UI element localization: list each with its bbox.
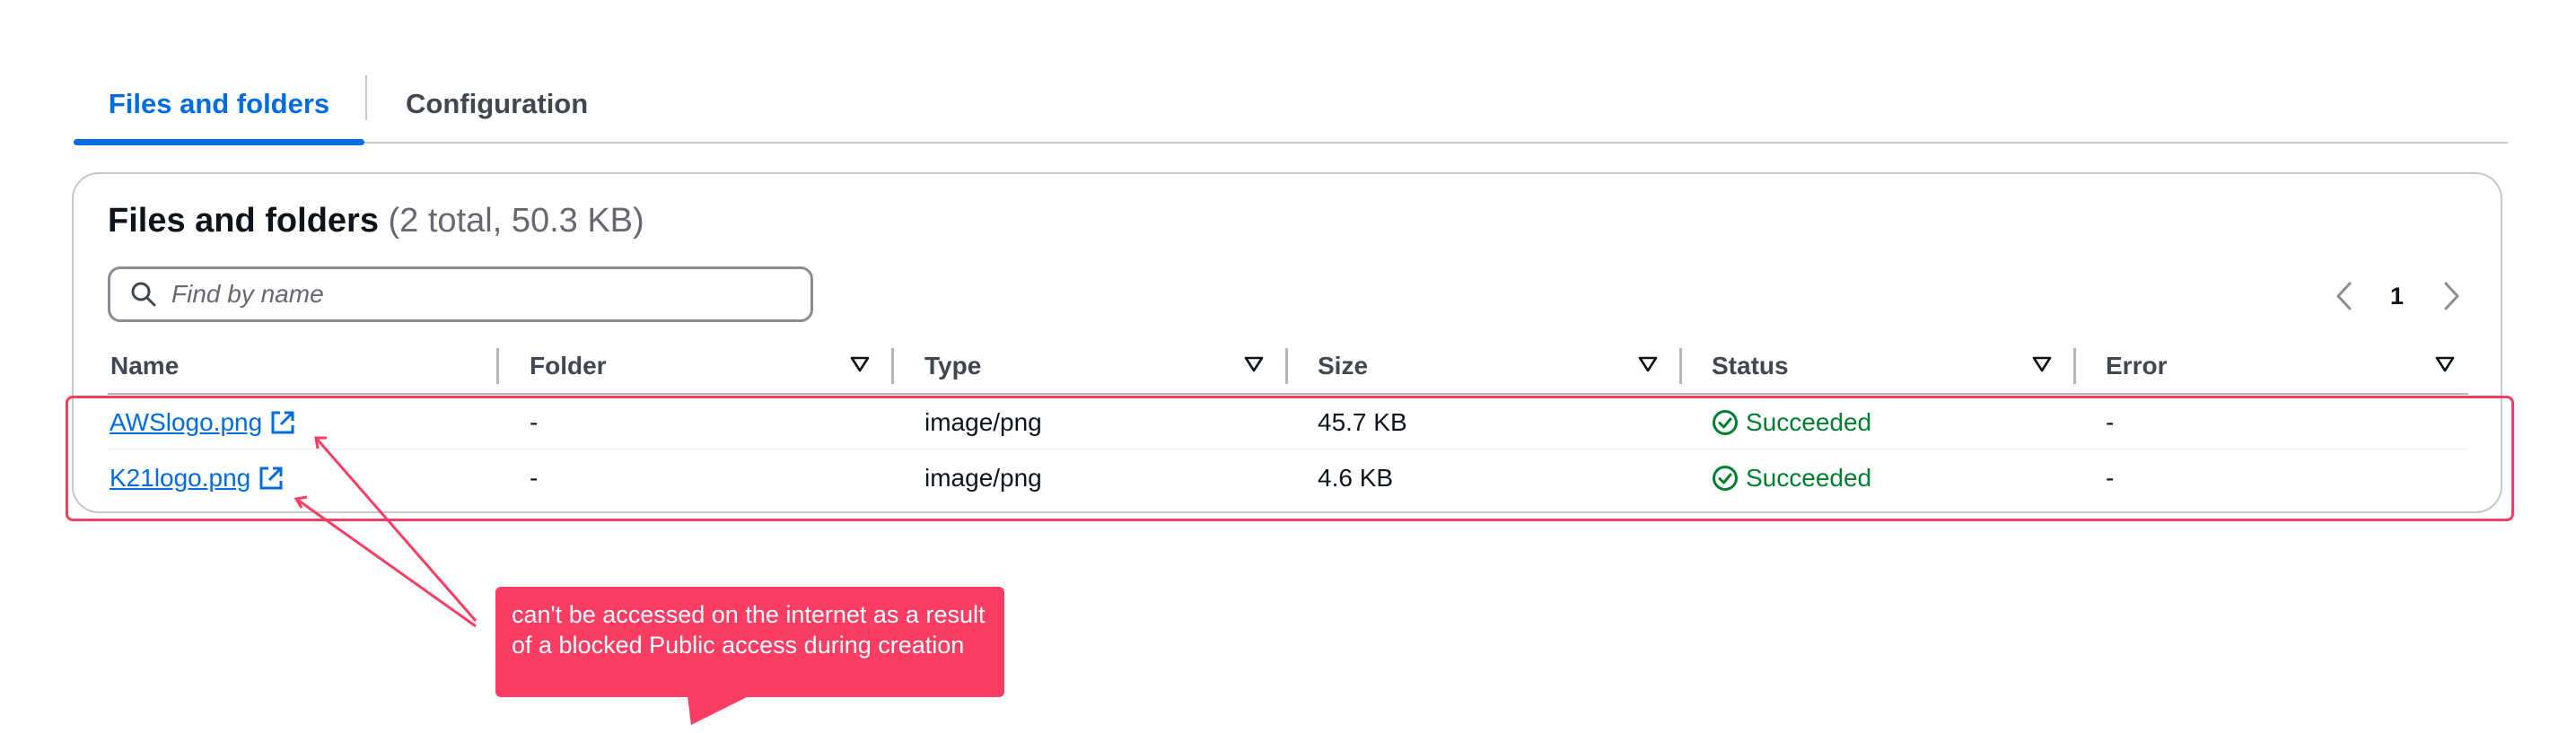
callout-tail [688, 696, 749, 725]
annotation-callout: can't be accessed on the internet as a r… [495, 587, 1004, 697]
annotation-arrows [294, 436, 478, 628]
